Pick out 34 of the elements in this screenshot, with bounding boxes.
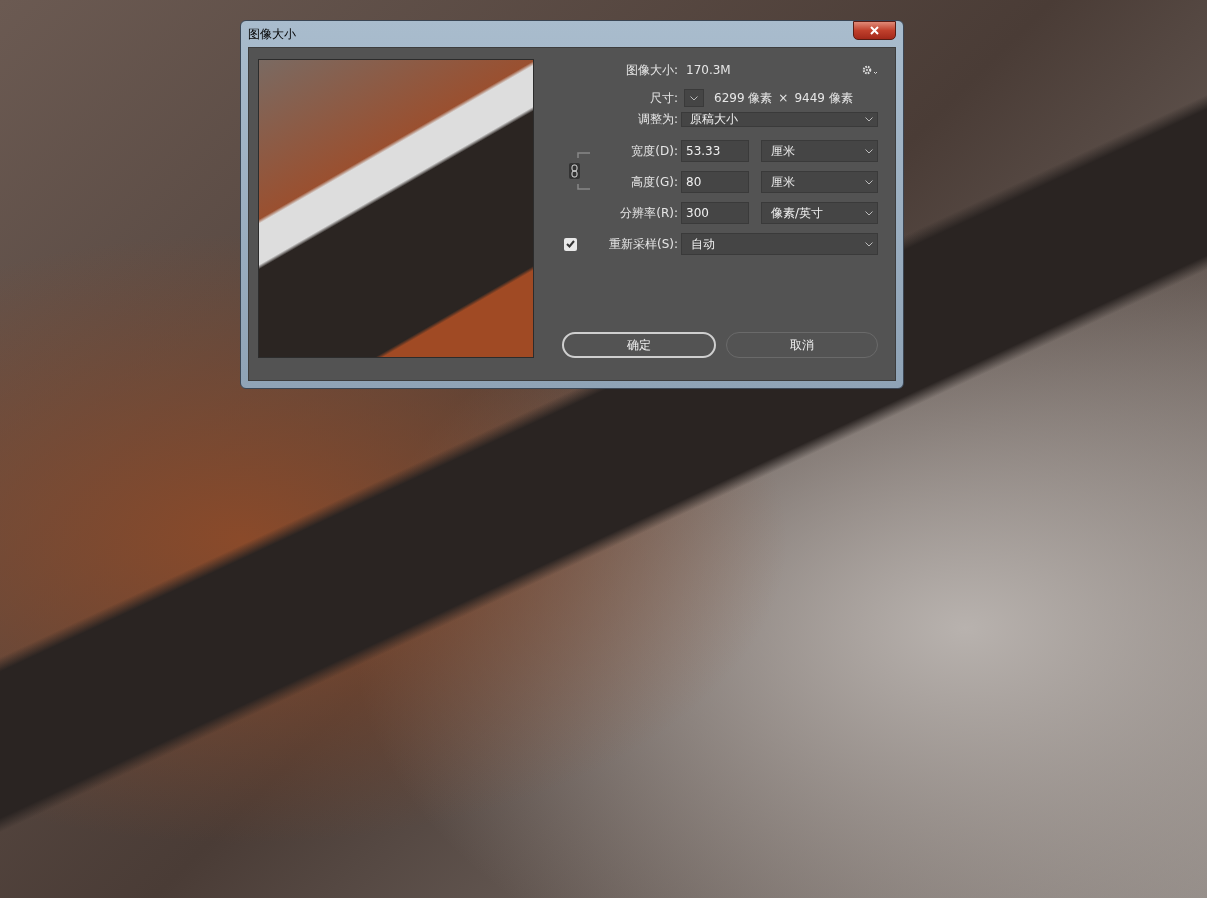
fit-to-label: 调整为:: [636, 110, 678, 128]
caret-icon: [865, 210, 873, 216]
value-input[interactable]: 53.33: [681, 140, 749, 162]
dimensions-dropdown[interactable]: [684, 89, 704, 107]
resample-checkbox[interactable]: [564, 237, 577, 251]
fit-to-select[interactable]: 原稿大小: [681, 111, 878, 127]
caret-icon: [865, 241, 873, 247]
settings-icon[interactable]: [862, 65, 878, 75]
field-label: 高度(G):: [630, 173, 678, 191]
unit-select[interactable]: 厘米: [761, 171, 878, 193]
field-label: 宽度(D):: [630, 142, 678, 160]
image-size-value: 170.3M: [686, 63, 731, 77]
times-sign: ×: [778, 91, 789, 105]
link-bracket-icon[interactable]: [568, 151, 592, 190]
value-input[interactable]: 80: [681, 171, 749, 193]
caret-icon: [865, 116, 873, 122]
dialog-button[interactable]: 取消: [726, 332, 878, 358]
value-input[interactable]: 300: [681, 202, 749, 224]
window-title: 图像大小: [248, 25, 296, 43]
field-label: 分辨率(R):: [619, 204, 678, 222]
resample-label: 重新采样(S):: [607, 235, 678, 253]
width-pixels: 6299 像素: [714, 89, 773, 107]
close-button[interactable]: [853, 20, 896, 40]
unit-select[interactable]: 像素/英寸: [761, 202, 878, 224]
image-size-label: 图像大小:: [624, 61, 678, 79]
caret-icon: [865, 179, 873, 185]
caret-icon: [690, 95, 698, 101]
height-pixels: 9449 像素: [794, 89, 853, 107]
dialog-button[interactable]: 确定: [562, 332, 716, 358]
unit-select[interactable]: 厘米: [761, 140, 878, 162]
dimensions-label: 尺寸:: [648, 89, 678, 107]
resample-select[interactable]: 自动: [681, 233, 878, 255]
caret-icon: [865, 148, 873, 154]
close-icon: [870, 25, 879, 35]
